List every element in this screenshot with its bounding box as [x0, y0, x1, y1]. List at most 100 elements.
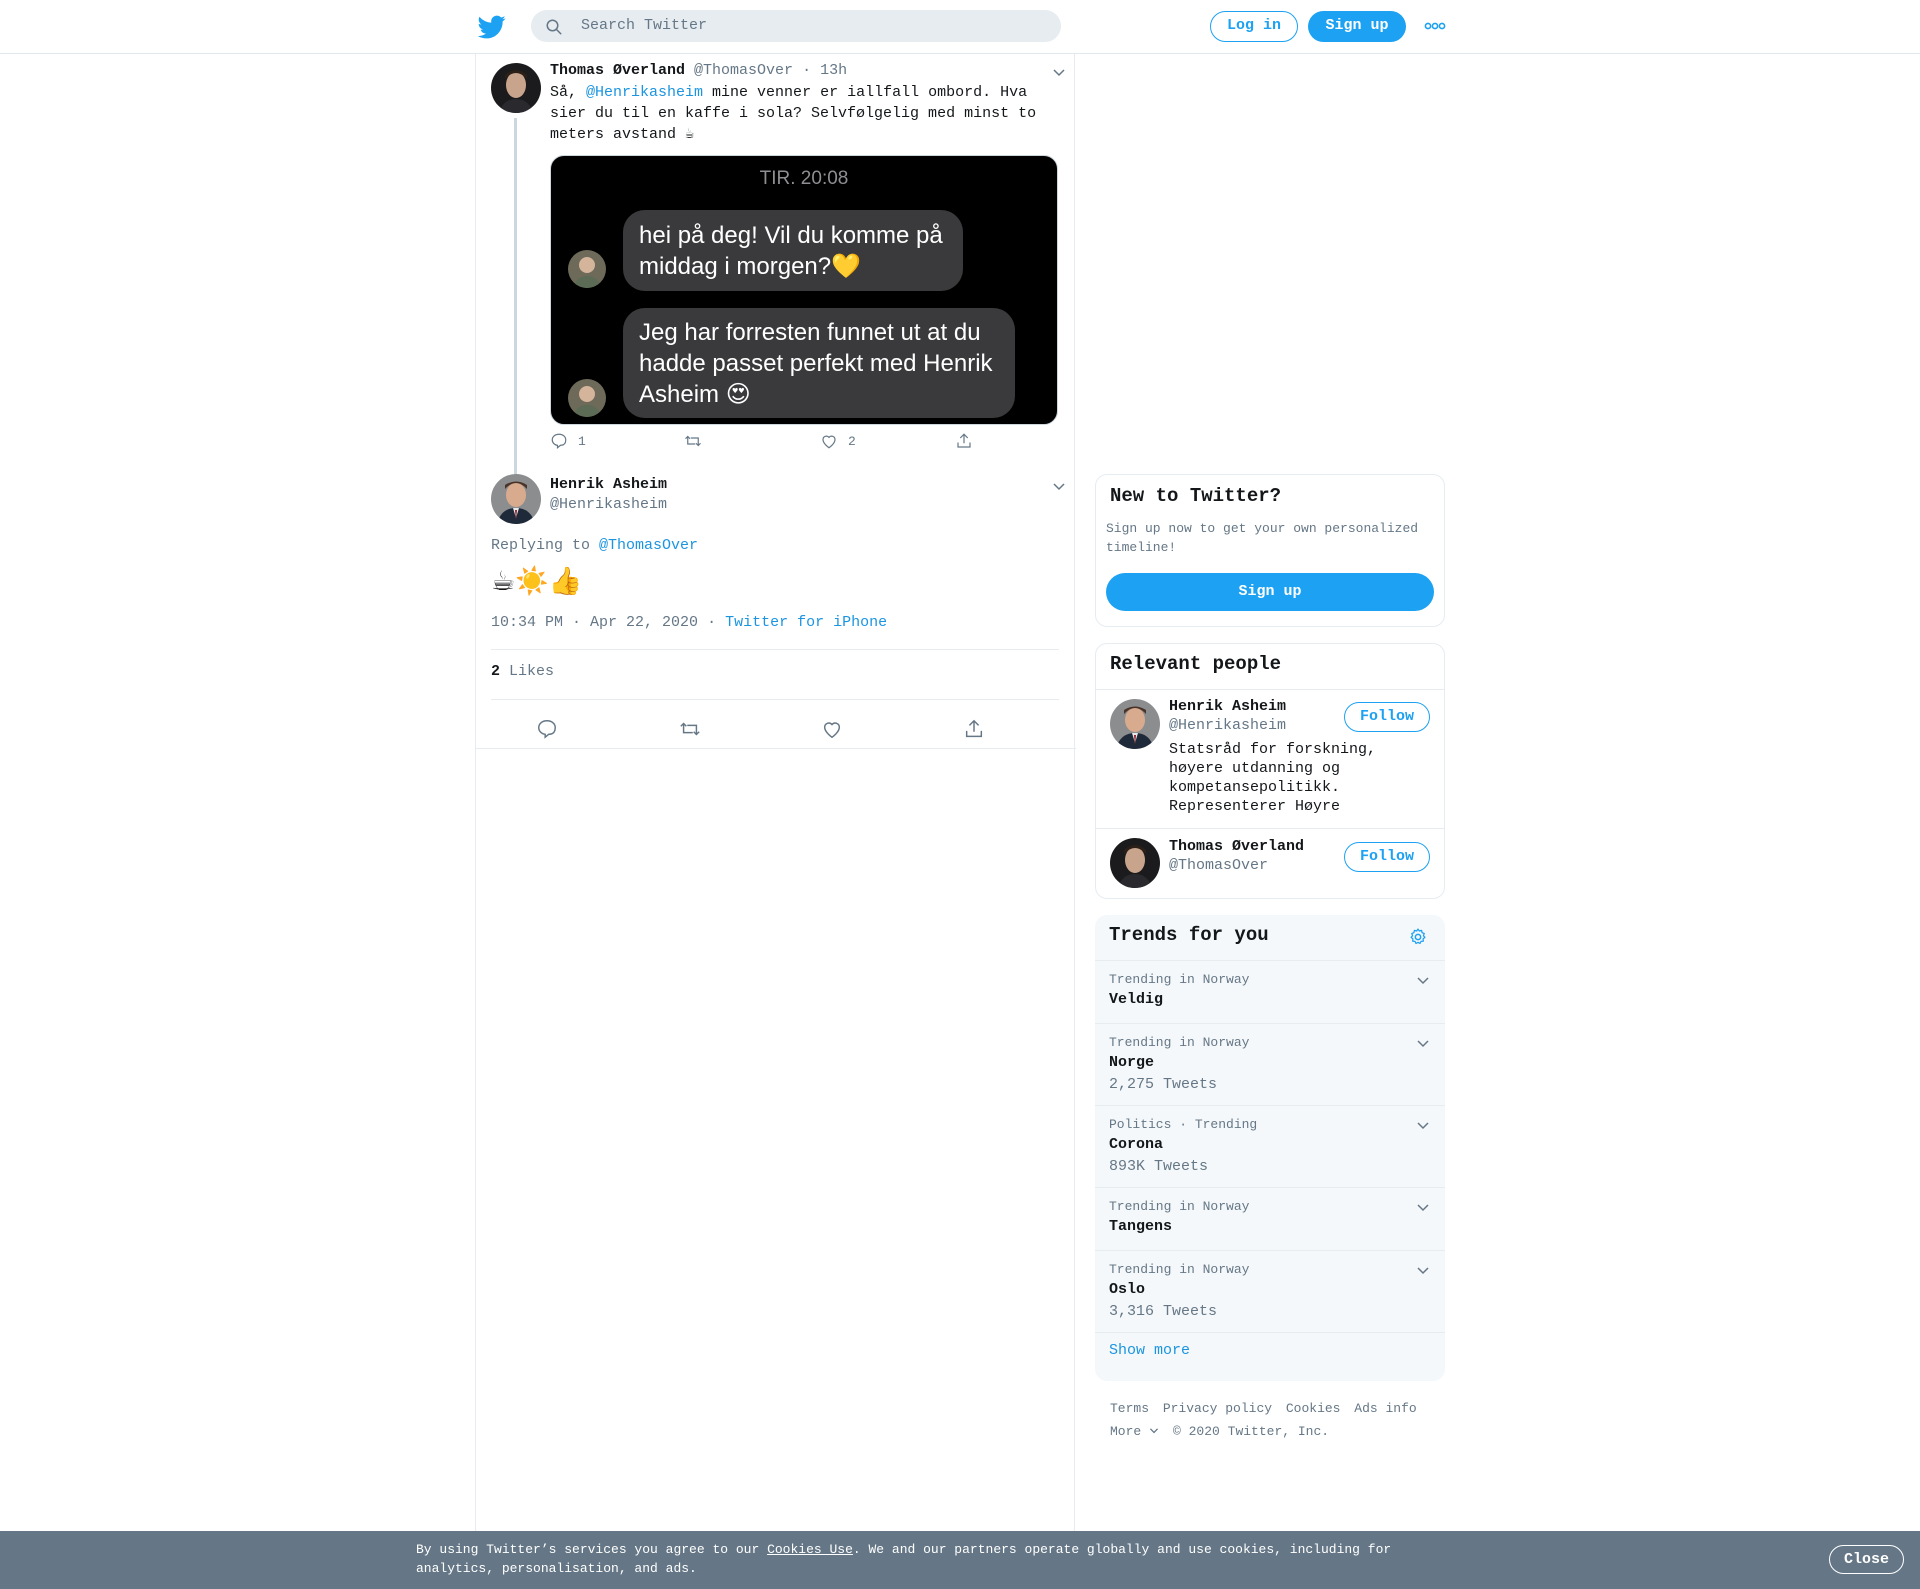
- chevron-down-icon[interactable]: [1416, 976, 1430, 986]
- likes-count: 2: [491, 663, 501, 680]
- trend-name[interactable]: Tangens: [1109, 1218, 1172, 1235]
- author-name[interactable]: Thomas Øverland: [550, 62, 685, 79]
- trend-count: 2,275 Tweets: [1109, 1076, 1218, 1093]
- thread-connector: [514, 118, 517, 508]
- login-button[interactable]: Log in: [1210, 11, 1298, 42]
- show-more-link[interactable]: Show more: [1109, 1342, 1190, 1359]
- more-options-icon[interactable]: [1424, 20, 1446, 32]
- footer-link-ads[interactable]: Ads info: [1354, 1401, 1416, 1416]
- search-box[interactable]: Search Twitter: [531, 10, 1061, 42]
- avatar[interactable]: [1110, 699, 1160, 749]
- tweet-actions: [476, 714, 1076, 744]
- trend-context: Trending in Norway: [1109, 972, 1250, 987]
- person-handle[interactable]: @ThomasOver: [1169, 857, 1268, 874]
- like-button[interactable]: 2: [820, 432, 856, 450]
- retweet-button[interactable]: [683, 432, 703, 450]
- chevron-down-icon[interactable]: [1052, 482, 1066, 492]
- sidebar-signup-button[interactable]: Sign up: [1106, 573, 1434, 611]
- author-handle[interactable]: @Henrikasheim: [550, 496, 667, 513]
- trend-name[interactable]: Corona: [1109, 1136, 1163, 1153]
- cookie-text: By using Twitter’s services you agree to…: [416, 1542, 1392, 1576]
- reply-icon[interactable]: [536, 718, 558, 740]
- chevron-down-icon[interactable]: [1416, 1266, 1430, 1276]
- likes-stat[interactable]: 2 Likes: [491, 663, 554, 680]
- gear-icon[interactable]: [1408, 927, 1428, 947]
- search-icon: [546, 19, 562, 35]
- chevron-down-icon[interactable]: [1416, 1121, 1430, 1131]
- avatar[interactable]: [491, 474, 541, 524]
- follow-button[interactable]: Follow: [1344, 702, 1430, 732]
- trend-count: 3,316 Tweets: [1109, 1303, 1218, 1320]
- twitter-bird-logo-icon[interactable]: [478, 13, 506, 41]
- reply-icon: [551, 433, 567, 450]
- tweet-time[interactable]: 13h: [820, 62, 847, 79]
- copyright: © 2020 Twitter, Inc.: [1173, 1424, 1330, 1439]
- person-handle[interactable]: @Henrikasheim: [1169, 717, 1286, 734]
- footer-link-privacy[interactable]: Privacy policy: [1163, 1401, 1272, 1416]
- tweet-header: Thomas Øverland @ThomasOver · 13h: [550, 62, 847, 79]
- chevron-down-icon[interactable]: [1416, 1039, 1430, 1049]
- heart-icon: [822, 435, 836, 449]
- trend-context: Trending in Norway: [1109, 1035, 1250, 1050]
- footer-more-link[interactable]: More: [1110, 1424, 1159, 1439]
- search-input[interactable]: Search Twitter: [581, 17, 707, 34]
- tweet-media-image[interactable]: TIR. 20:08 hei på deg! Vil du komme på m…: [550, 155, 1058, 425]
- tweet-source[interactable]: Twitter for iPhone: [725, 614, 887, 631]
- heart-icon[interactable]: [821, 718, 843, 740]
- tweet-text: ☕☀️👍: [491, 566, 583, 597]
- chevron-down-icon[interactable]: [1052, 68, 1066, 78]
- trend-item[interactable]: Trending in Norway Norge 2,275 Tweets: [1095, 1023, 1445, 1105]
- trend-name[interactable]: Oslo: [1109, 1281, 1145, 1298]
- footer-link-terms[interactable]: Terms: [1110, 1401, 1149, 1416]
- trend-item[interactable]: Politics · Trending Corona 893K Tweets: [1095, 1105, 1445, 1187]
- trend-context: Trending in Norway: [1109, 1262, 1250, 1277]
- mention-link[interactable]: @Henrikasheim: [586, 84, 703, 101]
- trend-context: Trending in Norway: [1109, 1199, 1250, 1214]
- person-name[interactable]: Thomas Øverland: [1169, 838, 1304, 855]
- relevant-people-card: Relevant people Henrik Asheim @Henrikash…: [1095, 643, 1445, 899]
- new-to-twitter-card: New to Twitter? Sign up now to get your …: [1095, 474, 1445, 627]
- media-timestamp: TIR. 20:08: [759, 168, 849, 189]
- chevron-down-icon: [1150, 1428, 1159, 1434]
- retweet-icon[interactable]: [678, 718, 702, 740]
- chat-avatar: [568, 250, 606, 288]
- author-name[interactable]: Henrik Asheim: [550, 476, 667, 493]
- person-bio: Statsråd for forskning, høyere utdanning…: [1169, 741, 1377, 815]
- tweet-timestamp[interactable]: 10:34 PM · Apr 22, 2020: [491, 614, 698, 631]
- trend-count: 893K Tweets: [1109, 1158, 1209, 1175]
- mention-link[interactable]: @ThomasOver: [599, 537, 698, 554]
- reply-count: 1: [578, 433, 586, 449]
- divider: [1096, 828, 1444, 829]
- card-title: New to Twitter?: [1110, 485, 1282, 507]
- retweet-icon: [685, 435, 701, 447]
- trend-name[interactable]: Veldig: [1109, 991, 1163, 1008]
- share-button[interactable]: [955, 432, 973, 450]
- follow-button[interactable]: Follow: [1344, 842, 1430, 872]
- chat-bubble: hei på deg! Vil du komme på middag i mor…: [623, 210, 963, 291]
- signup-button[interactable]: Sign up: [1308, 11, 1406, 42]
- trend-name[interactable]: Norge: [1109, 1054, 1154, 1071]
- divider: [491, 649, 1059, 650]
- card-title: Trends for you: [1109, 924, 1269, 946]
- separator: ·: [707, 614, 717, 631]
- trend-item[interactable]: Trending in Norway Veldig: [1095, 960, 1445, 1023]
- divider: [491, 699, 1059, 700]
- likes-label: Likes: [500, 663, 555, 680]
- chevron-down-icon[interactable]: [1416, 1203, 1430, 1213]
- close-button[interactable]: Close: [1829, 1545, 1904, 1574]
- avatar[interactable]: [1110, 838, 1160, 888]
- footer-link-cookies[interactable]: Cookies: [1286, 1401, 1341, 1416]
- divider: [476, 748, 1076, 749]
- cookie-consent-bar: By using Twitter’s services you agree to…: [0, 1531, 1920, 1589]
- avatar[interactable]: [491, 63, 541, 113]
- reply-button[interactable]: 1: [550, 432, 586, 450]
- share-icon[interactable]: [963, 718, 985, 740]
- separator: ·: [802, 62, 812, 79]
- tweet-text: Så, @Henrikasheim mine venner er iallfal…: [550, 84, 1037, 143]
- trend-item[interactable]: Trending in Norway Oslo 3,316 Tweets: [1095, 1250, 1445, 1332]
- person-name[interactable]: Henrik Asheim: [1169, 698, 1286, 715]
- author-handle[interactable]: @ThomasOver: [694, 62, 793, 79]
- trend-item[interactable]: Trending in Norway Tangens: [1095, 1187, 1445, 1250]
- cookies-use-link[interactable]: Cookies Use: [767, 1542, 853, 1557]
- replying-to: Replying to @ThomasOver: [491, 537, 699, 554]
